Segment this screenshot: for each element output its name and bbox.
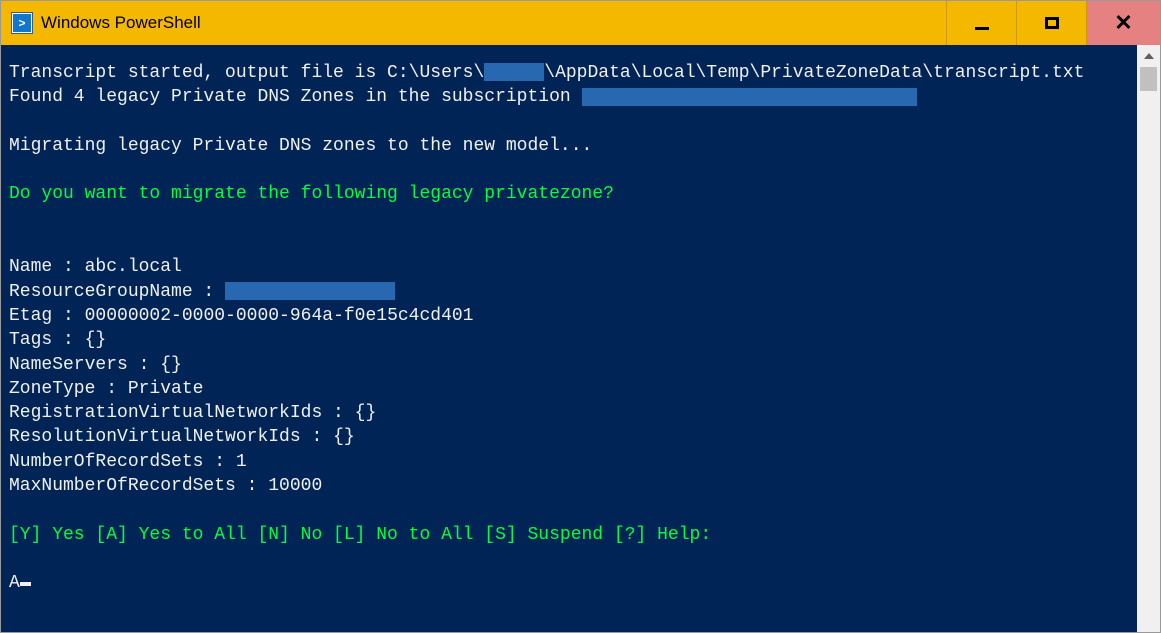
- scroll-up-arrow[interactable]: [1137, 45, 1160, 67]
- property-key: NameServers :: [9, 355, 160, 375]
- property-row: Tags : {}: [9, 328, 1129, 352]
- input-line[interactable]: A: [9, 571, 1129, 595]
- property-key: MaxNumberOfRecordSets :: [9, 476, 268, 496]
- property-row: ResolutionVirtualNetworkIds : {}: [9, 425, 1129, 449]
- property-key: NumberOfRecordSets :: [9, 452, 236, 472]
- window-title: Windows PowerShell: [41, 13, 946, 33]
- property-value: 00000002-0000-0000-964a-f0e15c4cd401: [85, 306, 474, 326]
- close-button[interactable]: ✕: [1086, 1, 1160, 45]
- property-value: {}: [85, 330, 107, 350]
- powershell-window: > Windows PowerShell ✕ Transcript starte…: [0, 0, 1161, 633]
- property-value: {}: [160, 355, 182, 375]
- powershell-icon: >: [11, 12, 33, 34]
- maximize-button[interactable]: [1016, 1, 1086, 45]
- property-row: NameServers : {}: [9, 353, 1129, 377]
- property-key: Tags :: [9, 330, 85, 350]
- property-row: Name : abc.local: [9, 255, 1129, 279]
- output-line: Migrating legacy Private DNS zones to th…: [9, 134, 1129, 158]
- property-row: ResourceGroupName :: [9, 280, 1129, 304]
- prompt-question: Do you want to migrate the following leg…: [9, 182, 1129, 206]
- property-value: {}: [355, 403, 377, 423]
- property-key: Etag :: [9, 306, 85, 326]
- minimize-icon: [975, 27, 989, 30]
- property-row: Etag : 00000002-0000-0000-964a-f0e15c4cd…: [9, 304, 1129, 328]
- chevron-up-icon: [1144, 53, 1154, 59]
- prompt-options: [Y] Yes [A] Yes to All [N] No [L] No to …: [9, 523, 1129, 547]
- property-value: abc.local: [85, 257, 182, 277]
- property-row: ZoneType : Private: [9, 377, 1129, 401]
- property-key: Name :: [9, 257, 85, 277]
- minimize-button[interactable]: [946, 1, 1016, 45]
- output-line: Found 4 legacy Private DNS Zones in the …: [9, 85, 1129, 109]
- titlebar[interactable]: > Windows PowerShell ✕: [1, 1, 1160, 45]
- property-value: {}: [333, 427, 355, 447]
- output-line: Transcript started, output file is C:\Us…: [9, 61, 1129, 85]
- property-key: RegistrationVirtualNetworkIds :: [9, 403, 355, 423]
- property-key: ZoneType :: [9, 379, 128, 399]
- redacted-subscription: [582, 88, 917, 106]
- console-area: Transcript started, output file is C:\Us…: [1, 45, 1160, 632]
- property-key: ResourceGroupName :: [9, 282, 225, 302]
- maximize-icon: [1045, 17, 1059, 29]
- vertical-scrollbar[interactable]: [1137, 45, 1160, 632]
- property-row: MaxNumberOfRecordSets : 10000: [9, 474, 1129, 498]
- property-row: RegistrationVirtualNetworkIds : {}: [9, 401, 1129, 425]
- console-output[interactable]: Transcript started, output file is C:\Us…: [1, 45, 1137, 632]
- redacted-username: [484, 63, 544, 81]
- property-key: ResolutionVirtualNetworkIds :: [9, 427, 333, 447]
- window-controls: ✕: [946, 1, 1160, 45]
- property-value: Private: [128, 379, 204, 399]
- close-icon: ✕: [1114, 10, 1132, 36]
- property-value: 10000: [268, 476, 322, 496]
- property-value: 1: [236, 452, 247, 472]
- scroll-thumb[interactable]: [1140, 67, 1157, 91]
- redacted-value: [225, 282, 395, 300]
- cursor: [20, 582, 31, 586]
- property-row: NumberOfRecordSets : 1: [9, 450, 1129, 474]
